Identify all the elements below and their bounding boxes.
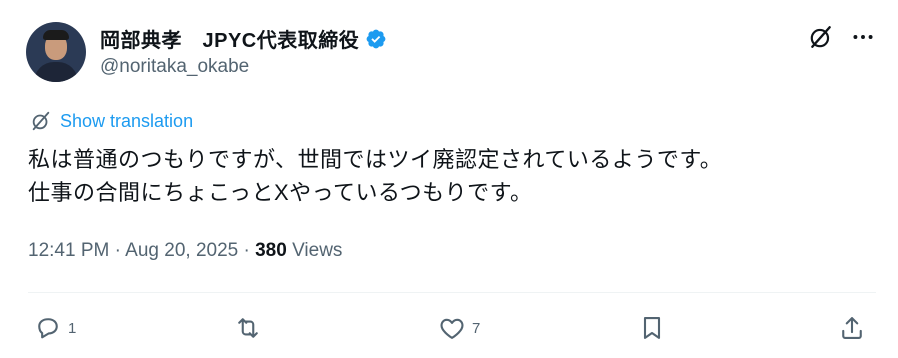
- retweet-icon: [238, 318, 258, 338]
- views-count: 380: [255, 240, 287, 261]
- show-translation-label: Show translation: [60, 110, 194, 131]
- avatar-shirt: [34, 62, 78, 82]
- share-button[interactable]: [838, 314, 866, 342]
- author-display-name[interactable]: 岡部典孝 JPYC代表取締役: [100, 24, 359, 53]
- author-name-row: 岡部典孝 JPYC代表取締役: [100, 24, 387, 53]
- views-label: Views: [292, 240, 343, 261]
- meta-separator: ·: [114, 240, 126, 261]
- verified-badge-icon: [366, 29, 386, 48]
- tweet-text-line: 仕事の合間にちょこっとXやっているつもりです。: [28, 180, 533, 205]
- retweet-button[interactable]: [234, 314, 268, 342]
- avatar[interactable]: [26, 22, 86, 82]
- more-icon[interactable]: [850, 24, 876, 50]
- reply-button[interactable]: 1: [34, 314, 76, 342]
- tweet-date[interactable]: Aug 20, 2025: [125, 240, 238, 261]
- meta-separator: ·: [243, 240, 256, 261]
- like-count: 7: [472, 319, 481, 337]
- like-button[interactable]: 7: [438, 314, 480, 342]
- reply-icon: [38, 318, 58, 339]
- avatar-hair: [43, 30, 69, 40]
- tweet-text-line: 私は普通のつもりですが、世間ではツイ廃認定されているようです。: [28, 147, 723, 172]
- author-handle[interactable]: @noritaka_okabe: [100, 56, 249, 78]
- tweet-text: 私は普通のつもりですが、世間ではツイ廃認定されているようです。 仕事の合間にちょ…: [28, 143, 868, 209]
- show-translation-link[interactable]: Show translation: [30, 110, 193, 132]
- like-icon: [440, 318, 464, 339]
- reply-count: 1: [68, 319, 77, 337]
- tweet-meta: 12:41 PM · Aug 20, 2025 · 380 Views: [28, 240, 342, 262]
- share-icon: [842, 317, 862, 339]
- bookmark-button[interactable]: [638, 314, 666, 342]
- bookmark-icon: [643, 317, 661, 339]
- grok-icon[interactable]: [808, 24, 834, 50]
- translate-icon: [32, 111, 50, 131]
- tweet-time[interactable]: 12:41 PM: [28, 240, 109, 261]
- actions-divider: [28, 292, 876, 293]
